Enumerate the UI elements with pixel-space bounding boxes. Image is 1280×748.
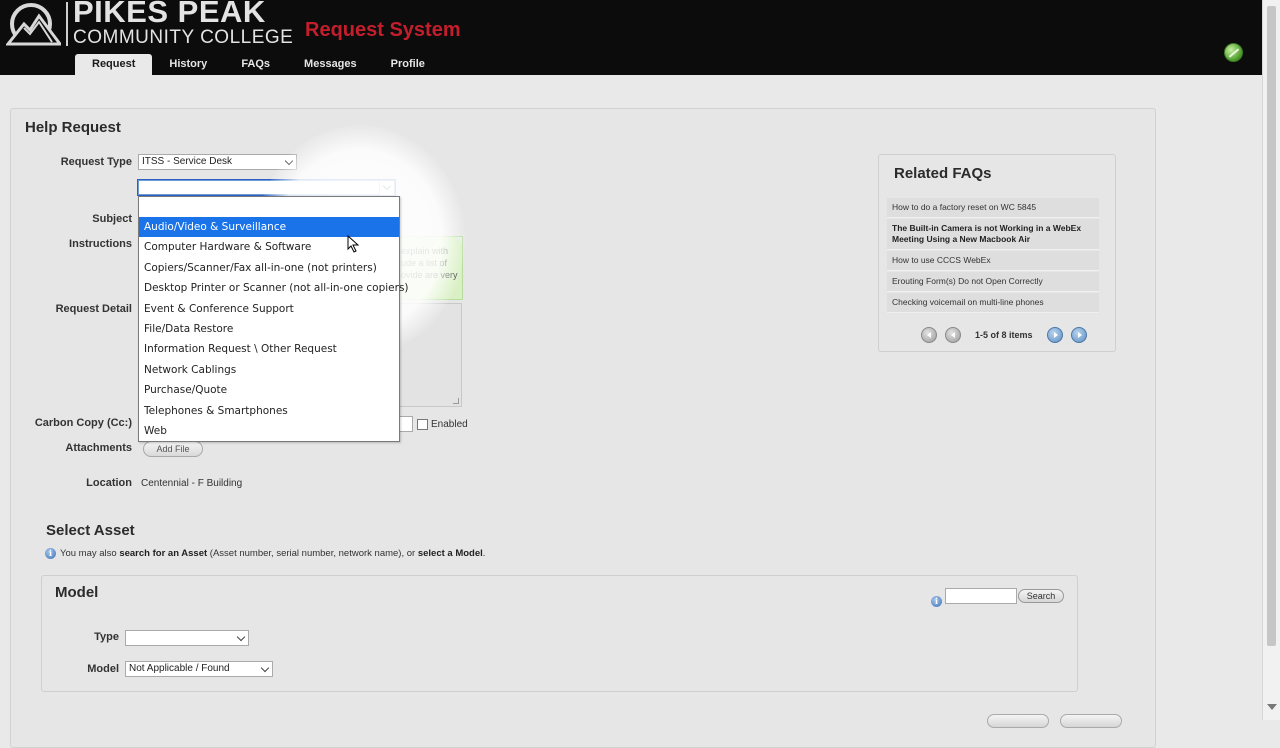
page-title: Help Request: [25, 119, 121, 136]
tab-request[interactable]: Request: [75, 54, 153, 75]
first-page-icon[interactable]: [921, 327, 937, 343]
dropdown-search-area[interactable]: [139, 197, 399, 217]
model-title: Model: [55, 584, 99, 601]
request-type-label: Request Type: [60, 156, 132, 168]
dropdown-option[interactable]: Copiers/Scanner/Fax all-in-one (not prin…: [139, 258, 399, 278]
tab-messages[interactable]: Messages: [287, 54, 374, 75]
prev-page-icon[interactable]: [945, 327, 961, 343]
hint-text: .: [482, 548, 486, 559]
mountain-logo-icon: [6, 3, 61, 46]
asset-hint: You may also search for an Asset (Asset …: [60, 548, 485, 559]
next-page-icon[interactable]: [1046, 327, 1063, 343]
chevron-down-icon: [260, 663, 270, 673]
cc-label: Carbon Copy (Cc:): [34, 417, 132, 429]
logo-divider: [66, 2, 68, 46]
pager-count: 1-5 of 8 items: [975, 330, 1033, 340]
info-icon: i: [45, 548, 56, 559]
dropdown-option[interactable]: Telephones & Smartphones: [139, 401, 399, 421]
request-type-value: ITSS - Service Desk: [142, 156, 233, 167]
category-select[interactable]: [137, 179, 396, 196]
location-value: Centennial - F Building: [141, 478, 243, 489]
asset-search-input[interactable]: [945, 588, 1017, 604]
faq-link[interactable]: How to use CCCS WebEx: [887, 251, 1099, 271]
dropdown-option[interactable]: Network Cablings: [139, 360, 399, 380]
hint-bold-search: search for an Asset: [119, 548, 208, 559]
brand-name: PIKES PEAK: [73, 0, 266, 29]
type-select[interactable]: [125, 630, 249, 646]
dropdown-option[interactable]: Desktop Printer or Scanner (not all-in-o…: [139, 278, 409, 298]
location-label: Location: [86, 477, 132, 489]
hint-text: (Asset number, serial number, network na…: [207, 548, 418, 559]
request-type-select[interactable]: ITSS - Service Desk: [138, 154, 297, 170]
cancel-button[interactable]: [1060, 714, 1122, 728]
app-title: Request System: [305, 19, 461, 41]
info-icon[interactable]: i: [931, 596, 942, 607]
model-value: Not Applicable / Found: [129, 663, 230, 674]
tab-faqs[interactable]: FAQs: [224, 54, 287, 75]
type-label: Type: [94, 631, 119, 643]
search-button[interactable]: Search: [1018, 589, 1064, 603]
faq-link[interactable]: How to do a factory reset on WC 5845: [887, 198, 1099, 218]
tab-profile[interactable]: Profile: [374, 54, 442, 75]
request-detail-textarea[interactable]: [396, 303, 462, 407]
category-dropdown-list: Audio/Video & Surveillance Computer Hard…: [138, 196, 409, 442]
subject-label: Subject: [92, 213, 132, 225]
dropdown-option[interactable]: Event & Conference Support: [139, 299, 399, 319]
instructions-label: Instructions: [69, 238, 132, 250]
main-nav: Request History FAQs Messages Profile: [75, 54, 442, 75]
resize-grip-icon[interactable]: [453, 398, 459, 404]
model-select[interactable]: Not Applicable / Found: [125, 661, 273, 677]
tab-history[interactable]: History: [152, 54, 224, 75]
chevron-down-icon[interactable]: [379, 181, 394, 195]
select-asset-title: Select Asset: [46, 522, 135, 539]
related-faqs-panel: Related FAQs How to do a factory reset o…: [878, 154, 1116, 352]
chevron-down-icon: [284, 156, 294, 166]
faq-link[interactable]: The Built-in Camera is not Working in a …: [887, 219, 1099, 250]
scroll-down-arrow-icon[interactable]: [1267, 704, 1277, 710]
submit-button[interactable]: [987, 714, 1049, 728]
add-file-button[interactable]: Add File: [143, 441, 203, 457]
mouse-pointer-icon: [347, 235, 360, 253]
dropdown-option[interactable]: Purchase/Quote: [139, 380, 399, 400]
dropdown-option[interactable]: Web: [139, 421, 399, 441]
hint-text: You may also: [60, 548, 120, 559]
status-globe-icon[interactable]: [1224, 43, 1243, 62]
faq-link[interactable]: Checking voicemail on multi-line phones: [887, 293, 1099, 313]
request-detail-label: Request Detail: [55, 303, 132, 315]
faq-pager: 1-5 of 8 items: [921, 327, 1095, 343]
brand-subtitle: COMMUNITY COLLEGE: [73, 27, 294, 48]
dropdown-option[interactable]: File/Data Restore: [139, 319, 399, 339]
page-scrollbar[interactable]: [1262, 0, 1280, 720]
cc-enabled-label: Enabled: [431, 419, 468, 430]
attachments-label: Attachments: [65, 442, 132, 454]
hint-bold-model: select a Model: [417, 548, 483, 559]
scroll-thumb[interactable]: [1267, 6, 1276, 646]
chevron-down-icon: [236, 632, 246, 642]
model-label: Model: [87, 663, 119, 675]
cc-enabled-checkbox[interactable]: [417, 419, 428, 430]
app-header: PIKES PEAK COMMUNITY COLLEGE Request Sys…: [0, 0, 1262, 75]
faq-list: How to do a factory reset on WC 5845 The…: [887, 198, 1099, 314]
dropdown-option[interactable]: Information Request \ Other Request: [139, 339, 399, 359]
last-page-icon[interactable]: [1070, 327, 1087, 343]
faq-link[interactable]: Erouting Form(s) Do not Open Correctly: [887, 272, 1099, 292]
faqs-title: Related FAQs: [894, 165, 992, 182]
